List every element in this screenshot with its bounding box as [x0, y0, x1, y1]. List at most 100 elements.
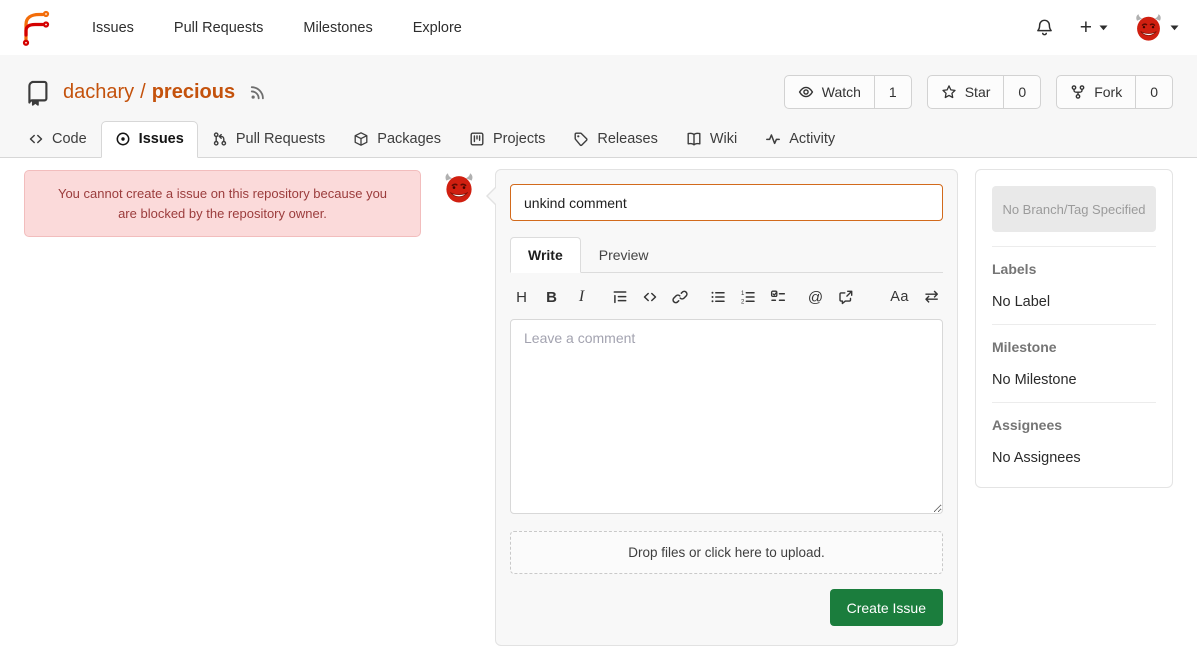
- watch-label: Watch: [822, 84, 861, 100]
- tab-preview[interactable]: Preview: [581, 237, 667, 273]
- breadcrumb-separator: /: [140, 81, 146, 104]
- milestone-value[interactable]: No Milestone: [992, 372, 1156, 388]
- nav-link-pull-requests[interactable]: Pull Requests: [174, 20, 263, 36]
- user-avatar: [1134, 13, 1163, 42]
- repo-header: dachary / precious Watch 1: [0, 55, 1197, 158]
- switch-editor-icon[interactable]: ⇄: [923, 288, 940, 306]
- tab-label: Packages: [377, 131, 441, 147]
- cross-reference-icon[interactable]: [837, 288, 854, 306]
- pulse-icon: [765, 131, 781, 147]
- chevron-down-icon: [1099, 25, 1108, 31]
- new-issue-form: Write Preview H B I: [495, 169, 958, 646]
- tab-label: Issues: [139, 131, 184, 147]
- git-fork-icon: [1070, 84, 1086, 100]
- tag-icon: [573, 131, 589, 147]
- milestone-heading: Milestone: [992, 339, 1156, 355]
- git-pull-request-icon: [212, 131, 228, 147]
- branch-tag-button: No Branch/Tag Specified: [992, 186, 1156, 232]
- issue-sidebar: No Branch/Tag Specified Labels No Label …: [975, 169, 1173, 488]
- tab-label: Code: [52, 131, 87, 147]
- package-icon: [353, 131, 369, 147]
- blocked-error-message: You cannot create a issue on this reposi…: [24, 170, 421, 237]
- user-menu-dropdown[interactable]: [1134, 13, 1179, 42]
- labels-value[interactable]: No Label: [992, 294, 1156, 310]
- commenter-avatar: [443, 172, 475, 204]
- comment-textarea[interactable]: [510, 319, 943, 514]
- tab-label: Releases: [597, 131, 657, 147]
- code-icon: [28, 131, 44, 147]
- tab-label: Activity: [789, 131, 835, 147]
- repo-icon: [24, 79, 51, 106]
- sidebar-divider: [992, 246, 1156, 247]
- tab-projects[interactable]: Projects: [455, 121, 559, 158]
- sidebar-divider: [992, 324, 1156, 325]
- italic-icon[interactable]: I: [573, 288, 590, 306]
- watch-button[interactable]: Watch 1: [784, 75, 912, 109]
- create-issue-button[interactable]: Create Issue: [830, 589, 943, 626]
- link-icon[interactable]: [671, 288, 688, 306]
- repo-owner-link[interactable]: dachary: [63, 81, 134, 104]
- navbar-right: +: [1035, 13, 1179, 42]
- repo-title-row: dachary / precious Watch 1: [0, 71, 1197, 113]
- task-list-icon[interactable]: [769, 288, 786, 306]
- markdown-toolbar: H B I: [510, 273, 943, 319]
- unordered-list-icon[interactable]: [709, 288, 726, 306]
- tab-write[interactable]: Write: [510, 237, 581, 273]
- book-open-icon: [686, 131, 702, 147]
- form-footer: Create Issue: [510, 589, 943, 626]
- editor-tab-bar: Write Preview: [510, 237, 943, 273]
- nav-link-milestones[interactable]: Milestones: [303, 20, 372, 36]
- repo-tab-bar: Code Issues Pull Requests Packages: [0, 121, 1197, 157]
- tab-releases[interactable]: Releases: [559, 121, 671, 158]
- heading-icon[interactable]: H: [513, 288, 530, 306]
- eye-icon: [798, 84, 814, 100]
- plus-icon: +: [1080, 17, 1092, 38]
- quote-icon[interactable]: [611, 288, 628, 306]
- nav-link-explore[interactable]: Explore: [413, 20, 462, 36]
- assignees-heading: Assignees: [992, 417, 1156, 433]
- issue-opened-icon: [115, 131, 131, 147]
- code-icon[interactable]: [641, 288, 658, 306]
- nav-link-issues[interactable]: Issues: [92, 20, 134, 36]
- tab-activity[interactable]: Activity: [751, 121, 849, 158]
- tab-packages[interactable]: Packages: [339, 121, 455, 158]
- sidebar-divider: [992, 402, 1156, 403]
- svg-text:2: 2: [741, 299, 745, 305]
- notifications-bell-icon[interactable]: [1035, 18, 1054, 37]
- star-label: Star: [965, 84, 991, 100]
- repo-name-link[interactable]: precious: [152, 81, 235, 104]
- main-content: You cannot create a issue on this reposi…: [0, 158, 1197, 664]
- assignees-value[interactable]: No Assignees: [992, 450, 1156, 466]
- navbar-links: Issues Pull Requests Milestones Explore: [92, 20, 462, 36]
- create-new-dropdown[interactable]: +: [1080, 17, 1108, 38]
- file-dropzone[interactable]: Drop files or click here to upload.: [510, 531, 943, 574]
- tab-code[interactable]: Code: [14, 121, 101, 158]
- svg-text:1: 1: [741, 291, 745, 297]
- font-size-icon[interactable]: Aa: [890, 288, 909, 306]
- bold-icon[interactable]: B: [543, 288, 560, 306]
- ordered-list-icon[interactable]: 1 2: [739, 288, 756, 306]
- star-count[interactable]: 0: [1003, 76, 1040, 108]
- tab-label: Projects: [493, 131, 545, 147]
- star-button[interactable]: Star 0: [927, 75, 1041, 109]
- fork-label: Fork: [1094, 84, 1122, 100]
- chevron-down-icon: [1170, 25, 1179, 31]
- toolbar-right-group: Aa ⇄: [890, 288, 940, 306]
- repo-action-buttons: Watch 1 Star 0 Fo: [784, 75, 1173, 109]
- fork-button[interactable]: Fork 0: [1056, 75, 1173, 109]
- project-board-icon: [469, 131, 485, 147]
- tab-label: Wiki: [710, 131, 737, 147]
- rss-feed-icon[interactable]: [249, 84, 266, 101]
- mention-icon[interactable]: @: [807, 288, 824, 306]
- tab-wiki[interactable]: Wiki: [672, 121, 751, 158]
- issue-title-input[interactable]: [510, 184, 943, 221]
- labels-heading: Labels: [992, 261, 1156, 277]
- tab-label: Pull Requests: [236, 131, 325, 147]
- fork-count[interactable]: 0: [1135, 76, 1172, 108]
- forgejo-logo-icon[interactable]: [20, 10, 52, 46]
- tab-issues[interactable]: Issues: [101, 121, 198, 158]
- star-icon: [941, 84, 957, 100]
- watch-count[interactable]: 1: [874, 76, 911, 108]
- tab-pull-requests[interactable]: Pull Requests: [198, 121, 339, 158]
- top-navbar: Issues Pull Requests Milestones Explore …: [0, 0, 1197, 55]
